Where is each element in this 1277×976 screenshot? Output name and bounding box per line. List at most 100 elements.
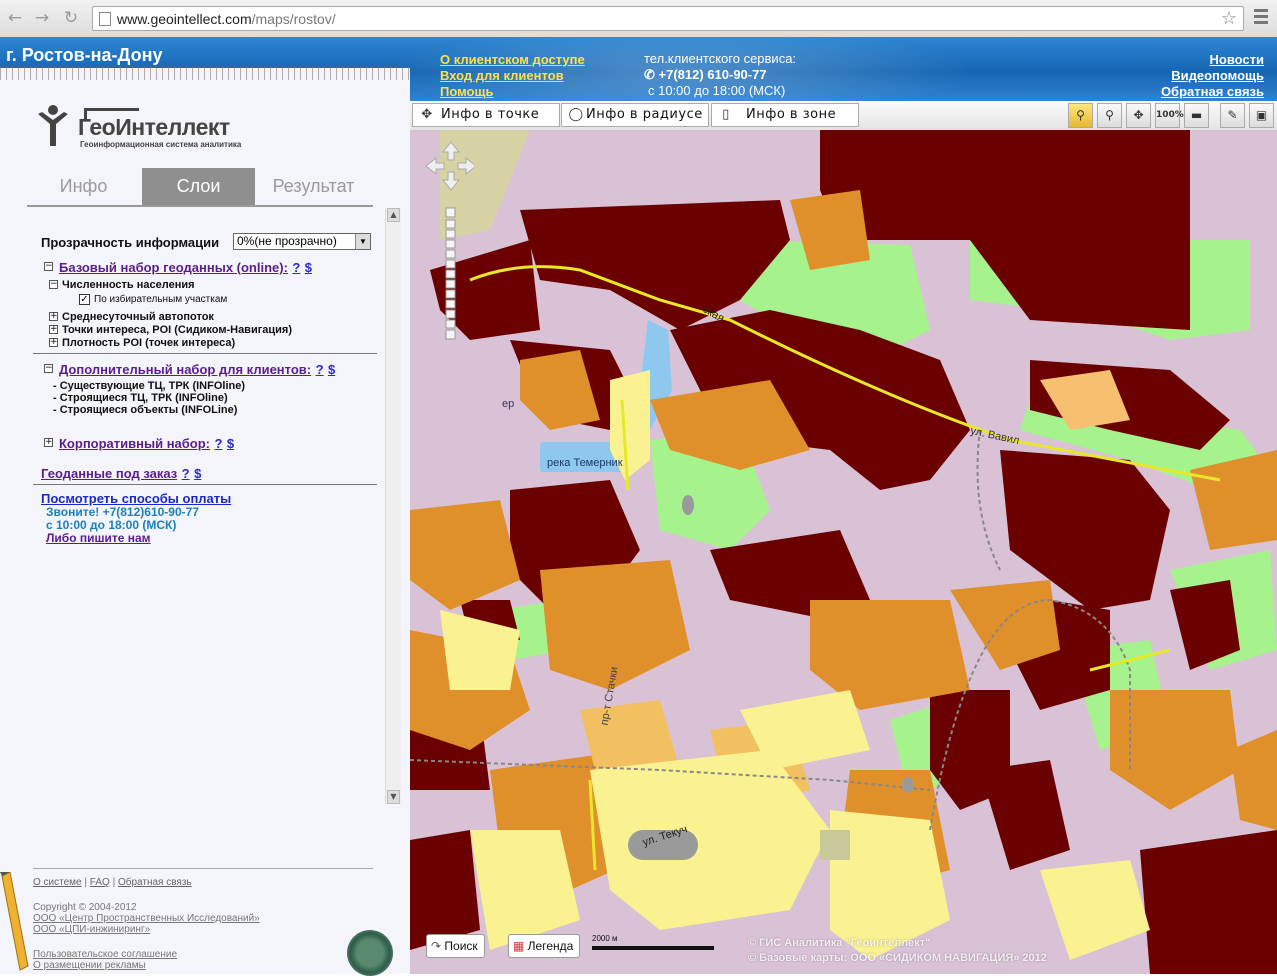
resize-icon[interactable]: ▣ — [1249, 103, 1274, 128]
feedback-link[interactable]: Обратная связь — [1161, 84, 1264, 99]
search-button[interactable]: ↷ Поиск — [426, 934, 485, 958]
chevron-down-icon[interactable]: ▼ — [355, 234, 370, 249]
crosshair-icon: ✥ — [421, 107, 433, 122]
extra-set-price[interactable]: $ — [328, 362, 335, 377]
zoom-out-icon[interactable]: ⚲ — [1097, 103, 1122, 128]
extra-set: Дополнительный набор для клиентов: ? $ — [59, 361, 335, 379]
tab-layers[interactable]: Слои — [142, 168, 255, 205]
extra-item[interactable]: - Строящиеся объекты (INFOLine) — [53, 404, 237, 416]
footer-copyright: Copyright © 2004-2012 — [33, 902, 137, 913]
corp-set-link[interactable]: Корпоративный набор: — [59, 436, 210, 451]
divider — [33, 353, 377, 354]
write-us-link[interactable]: Либо пишите нам — [46, 531, 151, 545]
corp-set-price[interactable]: $ — [227, 436, 234, 451]
service-label: тел.клиентского сервиса: — [644, 51, 797, 66]
browser-menu-icon[interactable] — [1254, 9, 1268, 27]
collapse-extra-set-icon[interactable]: − — [44, 364, 53, 373]
opacity-select[interactable]: 0%(не прозрачно) ▼ — [233, 233, 371, 250]
poi-layer[interactable]: Точки интереса, POI (Сидиком-Навигация) — [62, 324, 292, 336]
map-toolbar: ✥ Инфо в точке ◯ Инфо в радиусе ▯ Инфо в зо… — [410, 101, 1277, 131]
ruler-icon[interactable]: ▬ — [1184, 103, 1209, 128]
extra-item[interactable]: - Существующие ТЦ, ТРК (INFOline) — [53, 380, 245, 392]
scroll-down-icon[interactable]: ▼ — [387, 790, 400, 804]
reload-icon[interactable]: ↻ — [62, 9, 80, 27]
corp-set: Корпоративный набор: ? $ — [59, 435, 234, 453]
collapse-population-icon[interactable]: − — [49, 280, 58, 289]
logo-name: ГеоИнтеллект — [78, 114, 230, 140]
opacity-value: 0%(не прозрачно) — [237, 234, 337, 248]
collapse-base-set-icon[interactable]: − — [44, 262, 53, 271]
forward-icon[interactable]: → — [33, 9, 51, 27]
info-point-button[interactable]: ✥ Инфо в точке — [412, 103, 560, 127]
logo-figure-icon — [38, 105, 68, 146]
help-link[interactable]: Помощь — [440, 84, 493, 99]
map-copyright: © ГИС Аналитика "Геоинтеллект" © Базовые… — [748, 937, 1047, 964]
bookmark-star-icon[interactable]: ☆ — [1221, 8, 1237, 29]
extra-item[interactable]: - Строящиеся ТЦ, ТРК (INFOline) — [53, 392, 228, 404]
call-line: Звоните! +7(812)610-90-77 — [46, 505, 199, 519]
agreement-link[interactable]: Пользовательское соглашение — [33, 949, 177, 960]
pan-zoom-control[interactable] — [424, 140, 474, 340]
service-phone: ✆ +7(812) 610-90-77 — [644, 67, 767, 82]
pan-right-icon — [457, 156, 474, 176]
tab-info[interactable]: Инфо — [27, 168, 140, 205]
org1-link[interactable]: ООО «Центр Пространственных Исследований… — [33, 913, 260, 924]
base-set: Базовый набор геоданных (online): ? $ — [59, 259, 312, 277]
logo-tagline: Геоинформационная система аналитика — [80, 140, 242, 149]
legend-button[interactable]: ▦ Легенда — [508, 934, 581, 958]
poi-density-layer[interactable]: Плотность POI (точек интереса) — [62, 337, 235, 349]
by-districts-label: По избирательным участкам — [94, 294, 228, 305]
scroll-up-icon[interactable]: ▲ — [387, 208, 400, 222]
extra-set-link[interactable]: Дополнительный набор для клиентов: — [59, 362, 311, 377]
footer-feedback-link[interactable]: Обратная связь — [118, 877, 192, 888]
address-bar[interactable]: www.geointellect.com/maps/rostov/ ☆ — [92, 6, 1244, 31]
info-radius-button[interactable]: ◯ Инфо в радиусе — [561, 103, 709, 127]
zoom-in-icon[interactable]: ⚲ — [1068, 103, 1093, 128]
by-districts-checkbox[interactable]: ✓ — [79, 294, 90, 305]
pan-down-icon — [441, 171, 461, 191]
panel-tabs: Инфо Слои Результат — [27, 168, 373, 207]
pencil-icon — [0, 872, 29, 971]
client-login-link[interactable]: Вход для клиентов — [440, 68, 564, 83]
news-link[interactable]: Новости — [1209, 52, 1264, 67]
opacity-label: Прозрачность информации — [41, 235, 220, 250]
about-link[interactable]: О системе — [33, 877, 82, 888]
expand-corp-set-icon[interactable]: + — [44, 438, 53, 447]
video-help-link[interactable]: Видеопомощь — [1171, 68, 1264, 83]
corp-set-help[interactable]: ? — [214, 436, 222, 451]
pan-up-icon — [441, 141, 461, 161]
pan-icon[interactable]: ✥ — [1126, 103, 1151, 128]
browser-toolbar: ← → ↻ www.geointellect.com/maps/rostov/ … — [0, 0, 1277, 38]
population-layer[interactable]: Численность населения — [62, 279, 195, 291]
payment-link[interactable]: Посмотреть способы оплаты — [41, 491, 231, 506]
info-zone-button[interactable]: ▯ Инфо в зоне — [711, 103, 859, 127]
expand-poi-icon[interactable]: + — [49, 325, 58, 334]
custom-data-link[interactable]: Геоданные под заказ — [41, 466, 177, 481]
ads-link[interactable]: О размещении рекламы — [33, 960, 146, 971]
extra-set-help[interactable]: ? — [316, 362, 324, 377]
custom-data-price[interactable]: $ — [194, 466, 201, 481]
base-set-link[interactable]: Базовый набор геоданных (online): — [59, 260, 288, 275]
org2-link[interactable]: ООО «ЦПИ-инжиниринг» — [33, 924, 150, 935]
city-title: г. Ростов-на-Дону — [6, 45, 163, 65]
footer-divider — [33, 868, 373, 869]
logo-seal-icon — [347, 930, 393, 976]
tab-result[interactable]: Результат — [257, 168, 370, 205]
expand-poi-density-icon[interactable]: + — [49, 338, 58, 347]
zoom-100-button[interactable]: 100% — [1155, 103, 1184, 128]
pan-left-icon — [425, 156, 445, 176]
traffic-layer[interactable]: Среднесуточный автопоток — [62, 311, 214, 323]
panel-scrollbar[interactable]: ▲ ▼ — [385, 208, 401, 804]
custom-data-help[interactable]: ? — [182, 466, 190, 481]
map-canvas[interactable]: река Темерник ская ул. Вавил пр-т Стачки… — [410, 130, 1277, 974]
url-text: www.geointellect.com/maps/rostov/ — [117, 11, 336, 27]
service-hours: с 10:00 до 18:00 (МСК) — [648, 83, 786, 98]
pencil-tool-icon[interactable]: ✎ — [1220, 103, 1245, 128]
client-access-link[interactable]: О клиентском доступе — [440, 52, 585, 67]
notebook-spiral — [0, 66, 410, 80]
base-set-price[interactable]: $ — [305, 260, 312, 275]
expand-traffic-icon[interactable]: + — [49, 312, 58, 321]
base-set-help[interactable]: ? — [292, 260, 300, 275]
faq-link[interactable]: FAQ — [90, 877, 110, 888]
back-icon[interactable]: ← — [6, 9, 24, 27]
